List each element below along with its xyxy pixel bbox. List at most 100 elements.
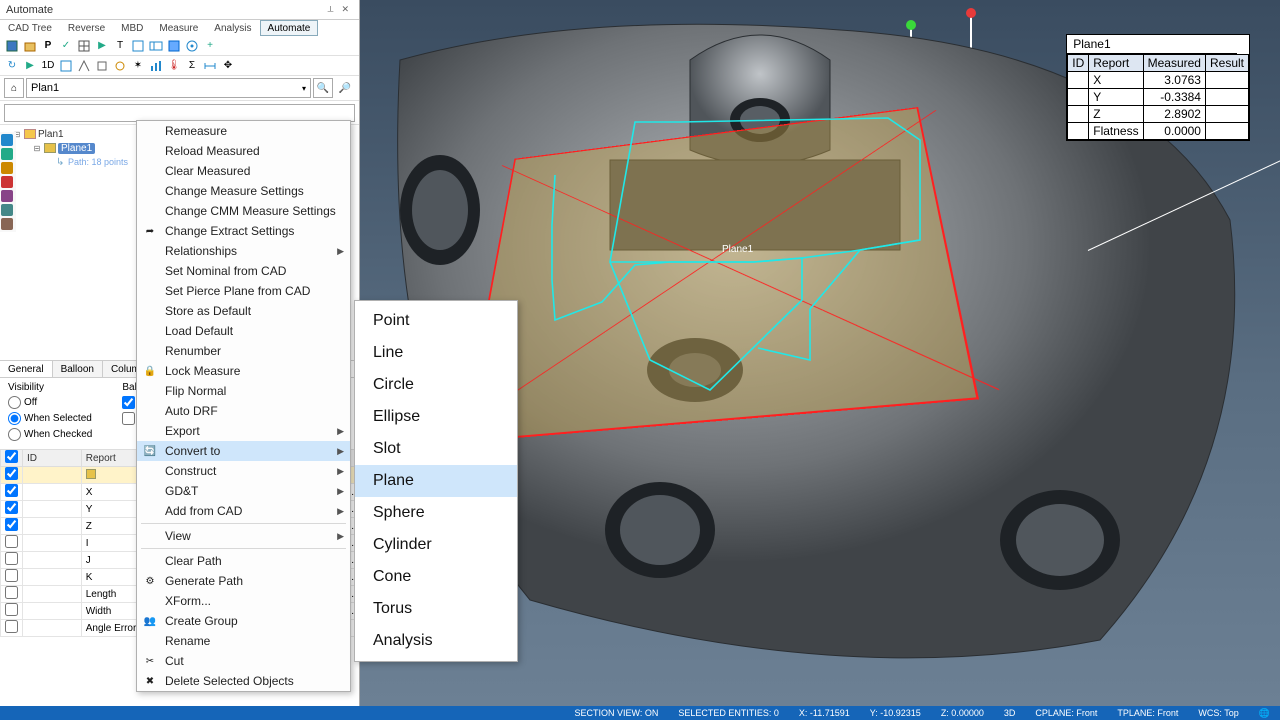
tb-plus-icon[interactable]: +: [202, 38, 218, 54]
submenu-cone[interactable]: Cone: [355, 561, 517, 593]
tab-mbd[interactable]: MBD: [113, 20, 151, 36]
ctx-clear-path[interactable]: Clear Path: [137, 551, 350, 571]
tb2-chart-icon[interactable]: [148, 58, 164, 74]
ctx-export[interactable]: Export▶: [137, 421, 350, 441]
tb-gdt-icon[interactable]: [148, 38, 164, 54]
ctx-generate-path[interactable]: ⚙Generate Path: [137, 571, 350, 591]
ctx-convert-to[interactable]: 🔄Convert to▶: [137, 441, 350, 461]
ctx-xform-[interactable]: XForm...: [137, 591, 350, 611]
pin-icon[interactable]: ⟂: [323, 4, 337, 15]
status-tplane[interactable]: TPLANE: Front: [1111, 708, 1184, 718]
props-tab-balloon[interactable]: Balloon: [53, 361, 103, 377]
submenu-point[interactable]: Point: [355, 305, 517, 337]
tb2-play-icon[interactable]: ▶: [22, 58, 38, 74]
tb-check-icon[interactable]: ✓: [58, 38, 74, 54]
ctx-construct[interactable]: Construct▶: [137, 461, 350, 481]
status-mode[interactable]: 3D: [998, 708, 1022, 718]
ctx-change-measure-settings[interactable]: Change Measure Settings: [137, 181, 350, 201]
ctx-set-nominal-from-cad[interactable]: Set Nominal from CAD: [137, 261, 350, 281]
ctx-clear-measured[interactable]: Clear Measured: [137, 161, 350, 181]
tb-text-icon[interactable]: T: [112, 38, 128, 54]
ctx-create-group[interactable]: 👥Create Group: [137, 611, 350, 631]
submenu-sphere[interactable]: Sphere: [355, 497, 517, 529]
submenu-circle[interactable]: Circle: [355, 369, 517, 401]
ctx-relationships[interactable]: Relationships▶: [137, 241, 350, 261]
submenu-line[interactable]: Line: [355, 337, 517, 369]
tb2-temp-icon[interactable]: 🌡: [166, 58, 182, 74]
tb2-wire-icon[interactable]: [76, 58, 92, 74]
ctx-load-default[interactable]: Load Default: [137, 321, 350, 341]
vis-when-selected[interactable]: When Selected: [8, 411, 92, 425]
ctx-change-extract-settings[interactable]: ➦Change Extract Settings: [137, 221, 350, 241]
tb-frame-icon[interactable]: [130, 38, 146, 54]
home-button[interactable]: ⌂: [4, 78, 24, 98]
ctx-rename[interactable]: Rename: [137, 631, 350, 651]
vis-off[interactable]: Off: [8, 395, 92, 409]
plan-combo[interactable]: Plan1▾: [26, 78, 311, 98]
ctx-remeasure[interactable]: Remeasure: [137, 121, 350, 141]
ctx-view[interactable]: View▶: [137, 526, 350, 546]
tab-measure[interactable]: Measure: [151, 20, 206, 36]
tb2-tool1-icon[interactable]: [94, 58, 110, 74]
vis-when-checked[interactable]: When Checked: [8, 427, 92, 441]
submenu-arrow-icon: ▶: [337, 506, 344, 517]
ctx-store-as-default[interactable]: Store as Default: [137, 301, 350, 321]
tab-automate[interactable]: Automate: [260, 20, 319, 36]
search-button[interactable]: 🔍: [313, 78, 333, 98]
tb2-tool2-icon[interactable]: [112, 58, 128, 74]
tb2-sum-icon[interactable]: Σ: [184, 58, 200, 74]
feat-cyl-icon[interactable]: [1, 190, 13, 202]
tb-target-icon[interactable]: [184, 38, 200, 54]
ctx-add-from-cad[interactable]: Add from CAD▶: [137, 501, 350, 521]
tb-p-icon[interactable]: P: [40, 38, 56, 54]
ctx-change-cmm-measure-settings[interactable]: Change CMM Measure Settings: [137, 201, 350, 221]
convert-to-submenu[interactable]: PointLineCircleEllipseSlotPlaneSphereCyl…: [354, 300, 518, 662]
tb2-refresh-icon[interactable]: ↻: [4, 58, 20, 74]
feat-cone-icon[interactable]: [1, 218, 13, 230]
tab-reverse[interactable]: Reverse: [60, 20, 113, 36]
tb-grid-icon[interactable]: [76, 38, 92, 54]
tree-root[interactable]: Plan1: [38, 129, 64, 140]
props-tab-general[interactable]: General: [0, 361, 53, 377]
ctx-gd-t[interactable]: GD&T▶: [137, 481, 350, 501]
status-wcs[interactable]: WCS: Top: [1192, 708, 1244, 718]
ctx-set-pierce-plane-from-cad[interactable]: Set Pierce Plane from CAD: [137, 281, 350, 301]
feat-line-icon[interactable]: [1, 148, 13, 160]
context-menu[interactable]: RemeasureReload MeasuredClear MeasuredCh…: [136, 120, 351, 692]
ctx-renumber[interactable]: Renumber: [137, 341, 350, 361]
tb-play-icon[interactable]: ▶: [94, 38, 110, 54]
ctx-cut[interactable]: ✂Cut: [137, 651, 350, 671]
tb2-datum-icon[interactable]: [58, 58, 74, 74]
tree-selected-feature[interactable]: Plane1: [58, 143, 95, 154]
feat-circle-icon[interactable]: [1, 162, 13, 174]
ctx-delete-selected-objects[interactable]: ✖Delete Selected Objects: [137, 671, 350, 691]
feat-plane-icon[interactable]: [1, 176, 13, 188]
tb2-1d-icon[interactable]: 1D: [40, 58, 56, 74]
status-globe-icon[interactable]: 🌐: [1253, 708, 1276, 719]
submenu-plane[interactable]: Plane: [355, 465, 517, 497]
close-icon[interactable]: ✕: [337, 4, 353, 15]
submenu-analysis[interactable]: Analysis: [355, 625, 517, 657]
tb2-dim-icon[interactable]: [202, 58, 218, 74]
tree-path-link[interactable]: Path: 18 points: [68, 157, 128, 167]
ctx-lock-measure[interactable]: 🔒Lock Measure: [137, 361, 350, 381]
feat-sphere-icon[interactable]: [1, 204, 13, 216]
submenu-cylinder[interactable]: Cylinder: [355, 529, 517, 561]
tb-open-icon[interactable]: [22, 38, 38, 54]
zoom-button[interactable]: 🔎: [335, 78, 355, 98]
ctx-auto-drf[interactable]: Auto DRF: [137, 401, 350, 421]
tab-analysis[interactable]: Analysis: [206, 20, 259, 36]
submenu-slot[interactable]: Slot: [355, 433, 517, 465]
tab-cad-tree[interactable]: CAD Tree: [0, 20, 60, 36]
tb-hatch-icon[interactable]: [166, 38, 182, 54]
status-cplane[interactable]: CPLANE: Front: [1029, 708, 1103, 718]
ctx-reload-measured[interactable]: Reload Measured: [137, 141, 350, 161]
grid-checkall[interactable]: [5, 450, 18, 463]
ctx-flip-normal[interactable]: Flip Normal: [137, 381, 350, 401]
submenu-torus[interactable]: Torus: [355, 593, 517, 625]
tb2-spark-icon[interactable]: ✶: [130, 58, 146, 74]
tb-save-icon[interactable]: [4, 38, 20, 54]
feat-point-icon[interactable]: [1, 134, 13, 146]
submenu-ellipse[interactable]: Ellipse: [355, 401, 517, 433]
tb2-move-icon[interactable]: ✥: [220, 58, 236, 74]
